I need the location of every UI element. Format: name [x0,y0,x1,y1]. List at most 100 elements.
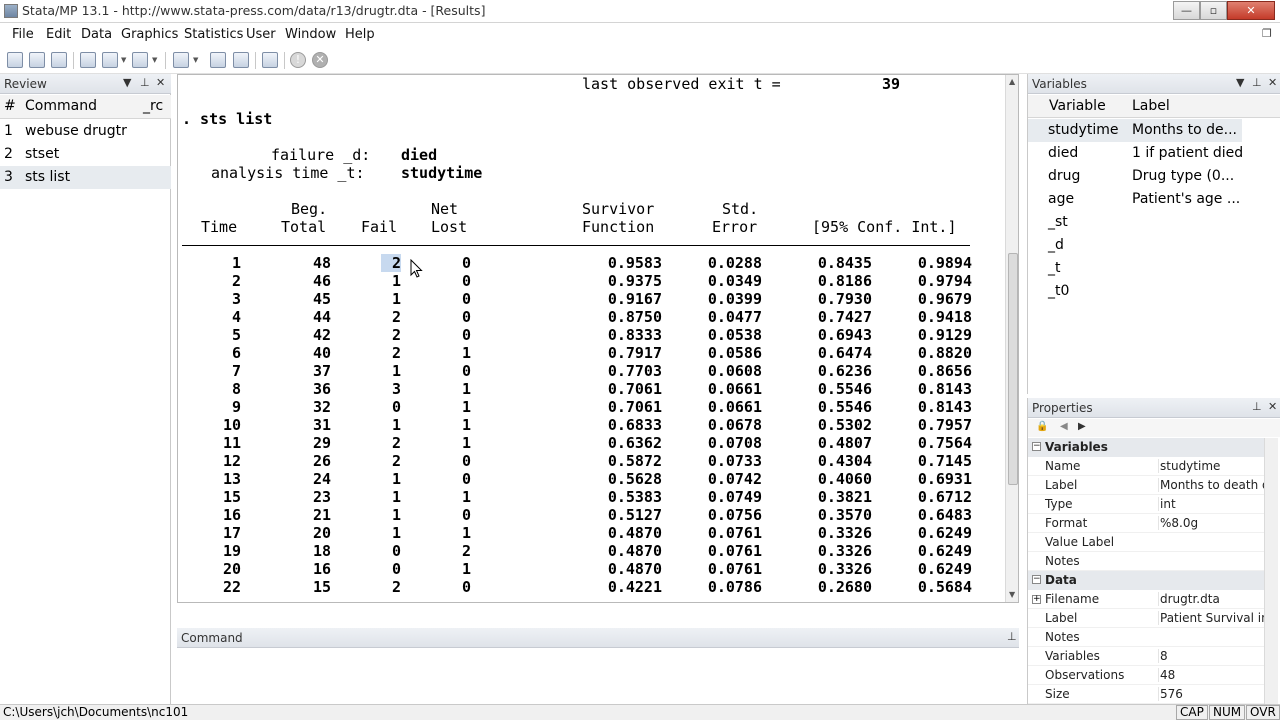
open-icon[interactable] [7,52,23,68]
command-panel: Command ⊥ [177,628,1019,704]
col-label[interactable]: Label [1132,98,1170,114]
close-panel-icon[interactable]: ✕ [156,76,165,89]
cell-fail: 1 [391,470,401,488]
variable-name: _t0 [1048,283,1070,299]
cell-fail: 2 [391,308,401,326]
graph-dropdown-icon[interactable]: ▼ [152,56,157,64]
pin-icon[interactable]: ⊥ [1252,400,1262,413]
pin-icon[interactable]: ⊥ [140,76,150,89]
property-value[interactable]: %8.0g [1158,516,1264,530]
close-panel-icon[interactable]: ✕ [1268,400,1277,413]
pin-icon[interactable]: ⊥ [1252,76,1262,89]
property-row[interactable]: Format %8.0g [1028,514,1264,533]
menu-help[interactable]: Help [345,27,375,42]
results-window[interactable]: last observed exit t = 39 . sts list fai… [177,74,1019,603]
scroll-thumb[interactable] [1008,253,1018,485]
filter-icon[interactable]: ▼ [1236,76,1244,89]
col-num[interactable]: # [4,98,16,114]
properties-scrollbar[interactable] [1264,438,1278,704]
property-row[interactable]: Notes [1028,628,1264,647]
variables-manager-icon[interactable] [262,52,278,68]
property-value[interactable]: studytime [1158,459,1264,473]
col-rc[interactable]: _rc [143,98,163,114]
variable-name: _t [1048,260,1061,276]
property-row[interactable]: Value Label [1028,533,1264,552]
cell-ci-lower: 0.8435 [817,254,872,272]
maximize-button[interactable]: ▫ [1200,1,1227,20]
close-button[interactable]: ✕ [1227,1,1275,20]
stata-app-icon[interactable] [4,4,18,18]
property-row[interactable]: Variables 8 [1028,647,1264,666]
minimize-button[interactable]: — [1173,1,1200,20]
cell-ci-lower: 0.7427 [817,308,872,326]
variables-header: Variables ▼ ⊥ ✕ [1028,74,1280,94]
mdi-restore-icon[interactable]: ❐ [1262,27,1272,40]
variable-row[interactable]: age Patient's age ... [1028,188,1242,211]
variable-row[interactable]: drug Drug type (0... [1028,165,1242,188]
cell-ci-upper: 0.6249 [917,524,972,542]
menu-file[interactable]: File [12,27,34,42]
property-value[interactable]: Patient Survival in D [1158,611,1264,625]
variable-row[interactable]: _d [1028,234,1242,257]
menu-data[interactable]: Data [81,27,112,42]
cell-std-error: 0.0761 [707,560,762,578]
do-file-dropdown-icon[interactable]: ▼ [193,56,198,64]
viewer-icon[interactable] [102,52,118,68]
print-icon[interactable] [51,52,67,68]
back-icon[interactable]: ◀ [1060,421,1068,432]
menu-statistics[interactable]: Statistics [184,27,243,42]
close-panel-icon[interactable]: ✕ [1268,76,1277,89]
property-value[interactable]: 8 [1158,649,1264,663]
variable-row[interactable]: _st [1028,211,1242,234]
data-editor-browse-icon[interactable] [233,52,249,68]
cell-fail: 2 [391,326,401,344]
do-file-editor-icon[interactable] [173,52,189,68]
pin-icon[interactable]: ⊥ [1007,630,1017,643]
scroll-down-icon[interactable]: ▼ [1009,590,1015,599]
col-command[interactable]: Command [25,98,97,114]
property-row[interactable]: Name studytime [1028,457,1264,476]
property-value[interactable]: Months to death or [1158,478,1264,492]
break-icon[interactable]: ✕ [312,52,328,68]
filter-icon[interactable]: ▼ [123,76,131,89]
variable-row[interactable]: _t0 [1028,280,1242,303]
data-editor-edit-icon[interactable] [210,52,226,68]
command-input[interactable] [178,649,1018,701]
property-value[interactable]: int [1158,497,1264,511]
expand-icon[interactable]: + [1032,595,1041,604]
forward-icon[interactable]: ▶ [1078,421,1086,432]
section-variables[interactable]: − Variables [1028,438,1264,457]
menu-user[interactable]: User [246,27,276,42]
cell-net-lost: 1 [461,434,471,452]
variable-row[interactable]: studytime Months to de... [1028,119,1242,142]
review-item[interactable]: 1 webuse drugtr [0,120,171,143]
review-item[interactable]: 3 sts list [0,166,171,189]
review-item[interactable]: 2 stset [0,143,171,166]
property-row[interactable]: Observations 48 [1028,666,1264,685]
viewer-dropdown-icon[interactable]: ▼ [121,56,126,64]
property-value[interactable]: drugtr.dta [1158,592,1264,606]
menu-edit[interactable]: Edit [46,27,71,42]
variable-row[interactable]: _t [1028,257,1242,280]
section-data[interactable]: − Data [1028,571,1264,590]
col-variable[interactable]: Variable [1049,98,1106,114]
property-row[interactable]: + Filename drugtr.dta [1028,590,1264,609]
property-row[interactable]: Label Months to death or [1028,476,1264,495]
property-value[interactable]: 576 [1158,687,1264,701]
graph-icon[interactable] [132,52,148,68]
save-icon[interactable] [29,52,45,68]
menu-window[interactable]: Window [285,27,336,42]
log-icon[interactable] [80,52,96,68]
more-icon[interactable]: ! [290,52,306,68]
property-row[interactable]: Notes [1028,552,1264,571]
scroll-up-icon[interactable]: ▲ [1009,77,1015,86]
cell-ci-upper: 0.6931 [917,470,972,488]
lock-icon[interactable]: 🔒 [1036,421,1048,432]
menu-graphics[interactable]: Graphics [121,27,178,42]
results-scrollbar[interactable]: ▲ ▼ [1005,75,1018,602]
property-row[interactable]: Label Patient Survival in D [1028,609,1264,628]
property-row[interactable]: Size 576 [1028,685,1264,704]
property-value[interactable]: 48 [1158,668,1264,682]
property-row[interactable]: Type int [1028,495,1264,514]
variable-row[interactable]: died 1 if patient died [1028,142,1242,165]
